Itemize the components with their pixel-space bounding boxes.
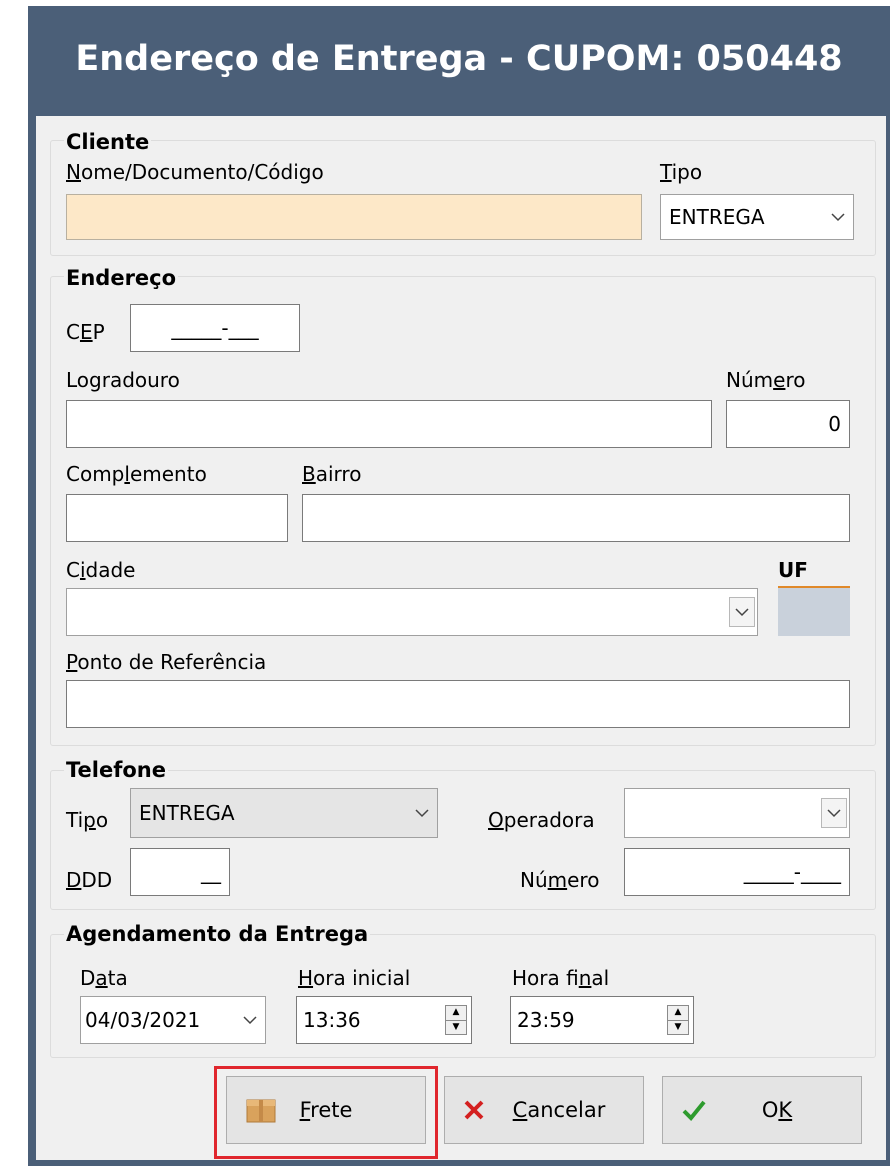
operadora-label: Operadora [488, 808, 595, 832]
close-icon [463, 1099, 485, 1121]
cidade-label: Cidade [66, 558, 136, 582]
data-picker[interactable]: 04/03/2021 [80, 996, 266, 1044]
endereco-group-title: Endereço [64, 266, 179, 290]
ok-button[interactable]: OK [662, 1076, 862, 1144]
cliente-tipo-value: ENTREGA [669, 205, 765, 229]
spin-up-icon[interactable]: ▲ [446, 1006, 466, 1020]
numero-input[interactable]: 0 [726, 400, 850, 448]
frete-button[interactable]: Frete [226, 1076, 426, 1144]
hora-final-value: 23:59 [517, 1008, 575, 1032]
chevron-down-icon[interactable] [407, 789, 437, 837]
nome-label: Nome/Documento/Código [66, 160, 324, 184]
telefone-group-title: Telefone [64, 758, 168, 782]
numero-label: Número [726, 368, 806, 392]
spin-down-icon[interactable]: ▼ [668, 1019, 688, 1035]
cep-input[interactable]: _____-___ [130, 304, 300, 352]
telefone-tipo-value: ENTREGA [139, 801, 235, 825]
checkmark-icon [681, 1099, 707, 1121]
ddd-label: DDD [66, 868, 113, 892]
dialog-title: Endereço de Entrega - CUPOM: 050448 [75, 39, 843, 79]
hora-final-label: Hora final [512, 966, 610, 990]
telefone-tipo-select[interactable]: ENTREGA [130, 788, 438, 838]
ddd-input[interactable]: __ [130, 848, 230, 896]
spin-buttons[interactable]: ▲ ▼ [445, 1005, 467, 1035]
hora-final-spinner[interactable]: 23:59 ▲ ▼ [510, 996, 694, 1044]
bairro-label: Bairro [302, 462, 362, 486]
chevron-down-icon[interactable] [235, 997, 265, 1043]
complemento-input[interactable] [66, 494, 288, 542]
agendamento-group-title: Agendamento da Entrega [64, 922, 371, 946]
chevron-down-icon[interactable] [821, 798, 847, 828]
telefone-numero-label: Número [520, 868, 600, 892]
uf-field [778, 586, 850, 636]
hora-inicial-spinner[interactable]: 13:36 ▲ ▼ [296, 996, 472, 1044]
data-value: 04/03/2021 [85, 1008, 201, 1032]
operadora-select[interactable] [624, 788, 850, 838]
cep-label: CEP [66, 320, 105, 344]
cliente-tipo-select[interactable]: ENTREGA [660, 194, 854, 240]
chevron-down-icon[interactable] [729, 597, 755, 627]
spin-buttons[interactable]: ▲ ▼ [667, 1005, 689, 1035]
nome-documento-codigo-input[interactable] [66, 194, 642, 240]
cancelar-button[interactable]: Cancelar [444, 1076, 644, 1144]
complemento-label: Complemento [66, 462, 207, 486]
referencia-label: Ponto de Referência [66, 650, 267, 674]
cidade-select[interactable] [66, 588, 758, 636]
logradouro-input[interactable] [66, 400, 712, 448]
spin-down-icon[interactable]: ▼ [446, 1019, 466, 1035]
telefone-tipo-label: Tipo [66, 808, 109, 832]
hora-inicial-value: 13:36 [303, 1008, 361, 1032]
cliente-tipo-label: Tipo [660, 160, 703, 184]
ponto-referencia-input[interactable] [66, 680, 850, 728]
cliente-group-title: Cliente [64, 130, 152, 154]
uf-label: UF [778, 558, 808, 582]
spin-up-icon[interactable]: ▲ [668, 1006, 688, 1020]
bairro-input[interactable] [302, 494, 850, 542]
data-label: Data [80, 966, 128, 990]
package-icon [245, 1096, 277, 1124]
logradouro-label: Logradouro [66, 368, 180, 392]
telefone-numero-input[interactable]: _____-____ [624, 848, 850, 896]
chevron-down-icon[interactable] [823, 195, 853, 239]
hora-inicial-label: Hora inicial [298, 966, 411, 990]
